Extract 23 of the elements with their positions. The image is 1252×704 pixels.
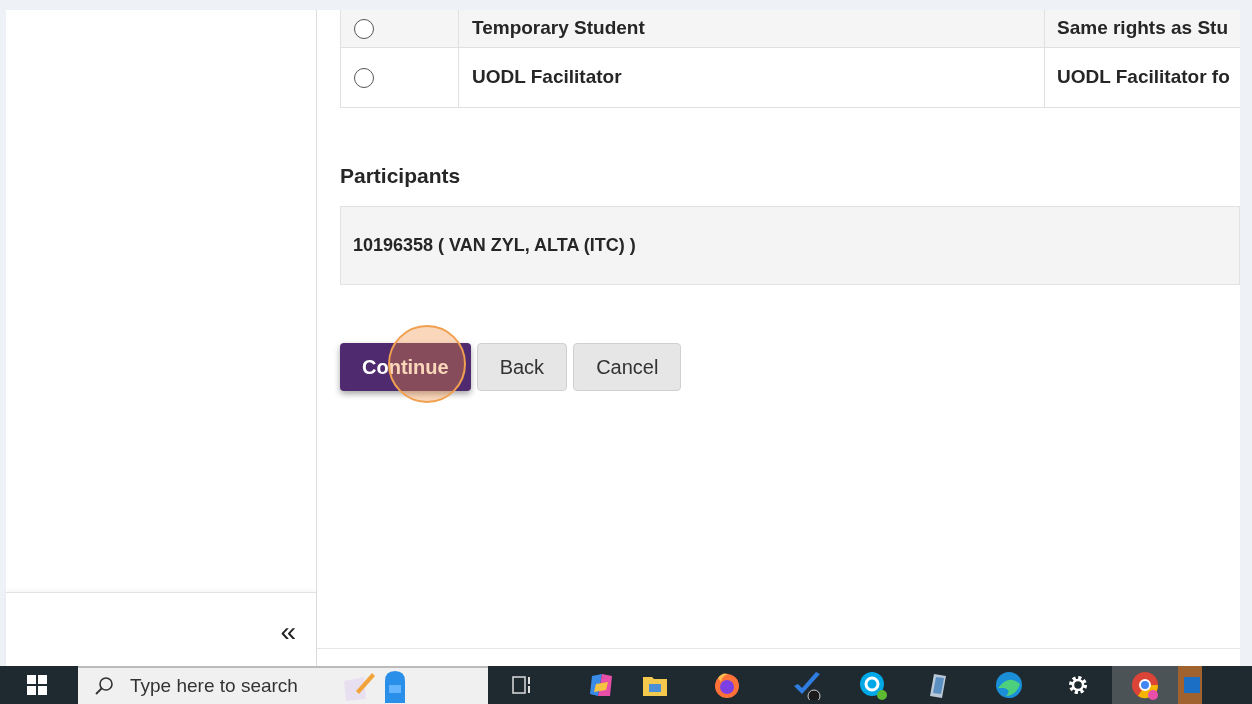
search-placeholder: Type here to search xyxy=(130,673,298,698)
radio-button[interactable] xyxy=(354,67,374,88)
role-description: UODL Facilitator fo xyxy=(1057,65,1230,90)
role-description: Same rights as Stu xyxy=(1057,16,1229,41)
participant-entry: 10196358 ( VAN ZYL, ALTA (ITC) ) xyxy=(353,233,637,257)
section-heading: Participants xyxy=(340,163,462,189)
search-icon xyxy=(94,676,114,696)
taskbar-active-slot[interactable] xyxy=(1112,666,1178,704)
taskbar-search-field[interactable]: Type here to search xyxy=(78,666,488,704)
checkmark-icon[interactable] xyxy=(792,670,822,700)
collapse-button[interactable]: « xyxy=(280,617,296,646)
radio-button[interactable] xyxy=(354,18,374,39)
wave-globe-icon[interactable] xyxy=(994,670,1024,700)
role-name: Temporary Student xyxy=(472,16,645,41)
chat-bubble-icon[interactable] xyxy=(858,670,888,700)
windows-icon xyxy=(27,675,47,695)
round-globe-icon xyxy=(1130,670,1160,700)
role-name: UODL Facilitator xyxy=(472,65,622,90)
pencil-note-icon xyxy=(341,671,376,701)
mail-icon xyxy=(1184,675,1200,695)
action-button[interactable]: Back xyxy=(476,342,568,391)
action-button[interactable]: Cancel xyxy=(573,342,682,391)
gear-icon[interactable] xyxy=(1066,673,1090,697)
